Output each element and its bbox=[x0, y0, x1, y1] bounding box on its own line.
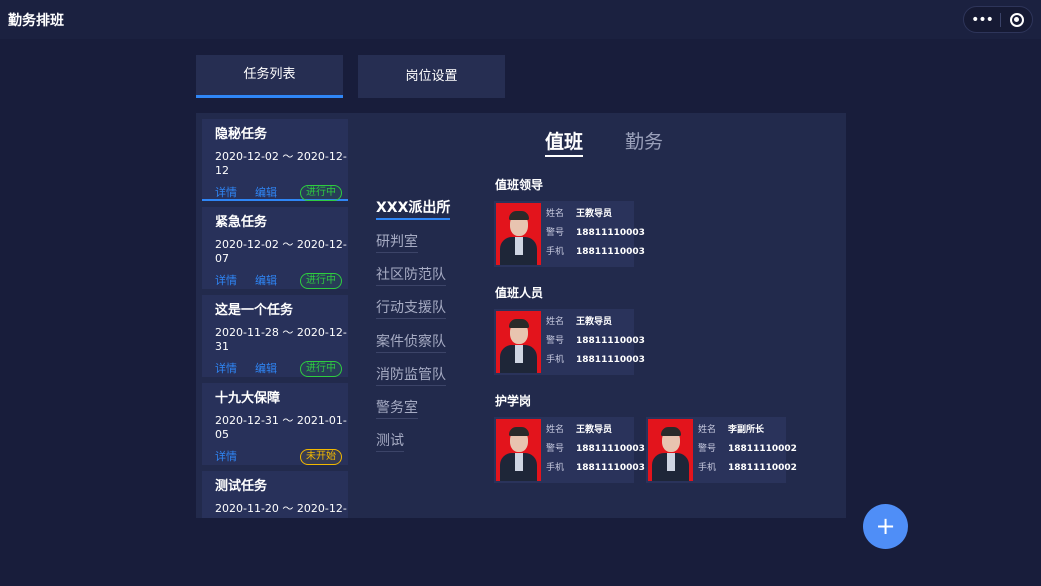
person-name: 李副所长 bbox=[728, 425, 765, 435]
section-title: 值班人员 bbox=[495, 286, 544, 300]
person-badge: 18811110003 bbox=[576, 444, 645, 454]
task-date: 2020-12-31 ～ 2021-01-05 bbox=[215, 414, 347, 441]
add-button[interactable]: + bbox=[863, 504, 908, 549]
main-panel: 隐秘任务 2020-12-02 ～ 2020-12-12 详情 编辑 进行中 紧急… bbox=[196, 113, 846, 518]
field-label: 手机 bbox=[546, 355, 565, 365]
task-edit-link[interactable]: 编辑 bbox=[255, 186, 277, 199]
dept-item[interactable]: 消防监管队 bbox=[376, 364, 446, 386]
status-badge: 进行中 bbox=[300, 273, 342, 289]
person-phone: 18811110002 bbox=[728, 463, 797, 473]
task-detail-link[interactable]: 详情 bbox=[215, 186, 237, 199]
tab-task-list[interactable]: 任务列表 bbox=[196, 55, 343, 98]
field-label: 姓名 bbox=[546, 317, 565, 327]
close-target-icon[interactable] bbox=[1001, 12, 1032, 27]
dept-item[interactable]: 案件侦察队 bbox=[376, 331, 446, 353]
task-name: 测试任务 bbox=[215, 479, 268, 494]
task-name: 隐秘任务 bbox=[215, 127, 268, 142]
field-label: 手机 bbox=[546, 463, 565, 473]
task-detail-link[interactable]: 详情 bbox=[215, 274, 237, 287]
field-label: 警号 bbox=[546, 336, 565, 346]
task-date: 2020-11-28 ～ 2020-12-31 bbox=[215, 326, 347, 353]
avatar bbox=[496, 419, 541, 481]
person-phone: 18811110003 bbox=[576, 355, 645, 365]
dept-item[interactable]: 警务室 bbox=[376, 397, 418, 419]
more-icon[interactable]: ••• bbox=[964, 8, 1000, 32]
task-card[interactable]: 隐秘任务 2020-12-02 ～ 2020-12-12 详情 编辑 进行中 bbox=[202, 119, 348, 201]
task-detail-link[interactable]: 详情 bbox=[215, 362, 237, 375]
dept-item[interactable]: 测试 bbox=[376, 430, 404, 452]
task-list[interactable]: 隐秘任务 2020-12-02 ～ 2020-12-12 详情 编辑 进行中 紧急… bbox=[202, 119, 348, 518]
task-detail-link[interactable]: 详情 bbox=[215, 450, 237, 463]
tab-service[interactable]: 勤务 bbox=[625, 127, 663, 154]
field-label: 姓名 bbox=[546, 425, 565, 435]
field-label: 警号 bbox=[698, 444, 717, 454]
person-name: 王教导员 bbox=[576, 209, 613, 219]
status-badge: 进行中 bbox=[300, 185, 342, 201]
avatar bbox=[496, 311, 541, 373]
task-edit-link[interactable]: 编辑 bbox=[255, 362, 277, 375]
section-title: 值班领导 bbox=[495, 178, 544, 192]
field-label: 警号 bbox=[546, 228, 565, 238]
person-card[interactable]: 姓名 李副所长 警号 18811110002 手机 18811110002 bbox=[646, 417, 797, 483]
field-label: 姓名 bbox=[546, 209, 565, 219]
title-bar: 勤务排班 ••• bbox=[0, 0, 1041, 39]
person-badge: 18811110002 bbox=[728, 444, 797, 454]
dept-item[interactable]: 行动支援队 bbox=[376, 297, 446, 319]
person-card[interactable]: 姓名 王教导员 警号 18811110003 手机 18811110003 bbox=[494, 201, 645, 267]
person-card[interactable]: 姓名 王教导员 警号 18811110003 手机 18811110003 bbox=[494, 417, 645, 483]
person-badge: 18811110003 bbox=[576, 228, 645, 238]
dept-item[interactable]: 社区防范队 bbox=[376, 264, 446, 286]
task-date: 2020-12-02 ～ 2020-12-07 bbox=[215, 238, 347, 265]
task-card[interactable]: 测试任务 2020-11-20 ～ 2020-12-20 bbox=[202, 471, 348, 518]
task-date: 2020-12-02 ～ 2020-12-12 bbox=[215, 150, 347, 177]
person-name: 王教导员 bbox=[576, 317, 613, 327]
tab-post-settings[interactable]: 岗位设置 bbox=[358, 55, 505, 98]
field-label: 手机 bbox=[698, 463, 717, 473]
dept-item[interactable]: 研判室 bbox=[376, 231, 418, 253]
task-date: 2020-11-20 ～ 2020-12-20 bbox=[215, 502, 347, 518]
person-badge: 18811110003 bbox=[576, 336, 645, 346]
task-card[interactable]: 十九大保障 2020-12-31 ～ 2021-01-05 详情 未开始 bbox=[202, 383, 348, 465]
task-card[interactable]: 这是一个任务 2020-11-28 ～ 2020-12-31 详情 编辑 进行中 bbox=[202, 295, 348, 377]
field-label: 警号 bbox=[546, 444, 565, 454]
person-phone: 18811110003 bbox=[576, 463, 645, 473]
tab-on-duty[interactable]: 值班 bbox=[545, 127, 584, 157]
task-edit-link[interactable]: 编辑 bbox=[255, 274, 277, 287]
dept-item[interactable]: XXX派出所 bbox=[376, 197, 451, 220]
app-title: 勤务排班 bbox=[8, 13, 64, 29]
section-title: 护学岗 bbox=[495, 394, 532, 408]
avatar bbox=[648, 419, 693, 481]
mini-program-capsule: ••• bbox=[963, 6, 1033, 33]
person-name: 王教导员 bbox=[576, 425, 613, 435]
task-name: 这是一个任务 bbox=[215, 303, 294, 318]
avatar bbox=[496, 203, 541, 265]
task-name: 十九大保障 bbox=[215, 391, 281, 406]
status-badge: 进行中 bbox=[300, 361, 342, 377]
field-label: 姓名 bbox=[698, 425, 717, 435]
task-name: 紧急任务 bbox=[215, 215, 268, 230]
field-label: 手机 bbox=[546, 247, 565, 257]
person-phone: 18811110003 bbox=[576, 247, 645, 257]
task-card[interactable]: 紧急任务 2020-12-02 ～ 2020-12-07 详情 编辑 进行中 bbox=[202, 207, 348, 289]
person-card[interactable]: 姓名 王教导员 警号 18811110003 手机 18811110003 bbox=[494, 309, 645, 375]
status-badge: 未开始 bbox=[300, 449, 342, 465]
